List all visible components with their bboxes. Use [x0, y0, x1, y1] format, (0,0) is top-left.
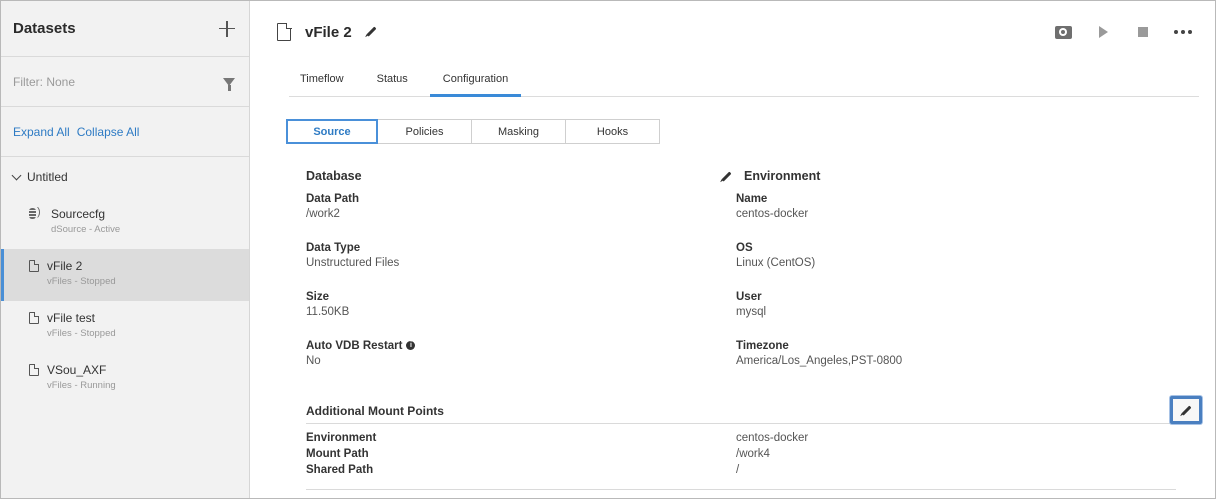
main-tabs: Timeflow Status Configuration [289, 63, 1199, 97]
environment-section: Environment Name centos-docker OS Linux … [721, 166, 1186, 382]
field-value: centos-docker [736, 208, 809, 220]
field-size: Size 11.50KB [306, 291, 726, 333]
field-label: OS [736, 242, 753, 254]
pencil-icon [1181, 405, 1191, 415]
sidebar-title: Datasets [13, 20, 76, 37]
dataset-name: vFile test [47, 311, 96, 325]
field-value: No [306, 355, 321, 367]
file-icon [29, 312, 39, 324]
field-label: Name [736, 193, 768, 205]
mount-value: centos-docker [736, 432, 809, 444]
more-icon [1174, 30, 1192, 34]
edit-source-icon[interactable] [721, 171, 732, 181]
info-icon[interactable]: i [406, 341, 416, 351]
field-auto-vdb-restart: Auto VDB Restart i No [306, 340, 726, 382]
filter-label: Filter: None [13, 74, 76, 89]
mount-value: /work4 [736, 448, 770, 460]
edit-mount-points-button[interactable] [1170, 396, 1202, 424]
stop-icon [1138, 27, 1148, 37]
field-data-type: Data Type Unstructured Files [306, 242, 726, 284]
sidebar-header: Datasets [1, 1, 249, 57]
file-icon [29, 364, 39, 376]
field-label: Auto VDB Restart i [306, 340, 726, 352]
dataset-name: vFile 2 [47, 259, 83, 273]
dataset-item-vfile-2[interactable]: vFile 2 vFiles - Stopped [1, 249, 249, 301]
dataset-status: vFiles - Running [47, 380, 116, 391]
additional-mount-points-header: Additional Mount Points [306, 396, 1202, 424]
group-label: Untitled [27, 170, 68, 184]
mount-points-title: Additional Mount Points [306, 403, 444, 418]
field-os: OS Linux (CentOS) [736, 242, 1186, 284]
subtab-masking[interactable]: Masking [471, 119, 566, 144]
stop-button[interactable] [1123, 20, 1163, 44]
field-name: Name centos-docker [736, 193, 1186, 235]
page-title: vFile 2 [305, 23, 352, 41]
chevron-down-icon [11, 170, 22, 180]
mount-value: / [736, 464, 740, 476]
play-icon [1098, 26, 1108, 38]
top-bar: vFile 2 [251, 1, 1215, 63]
database-title: Database [306, 169, 362, 183]
filter-row[interactable]: Filter: None [1, 57, 249, 107]
field-label: User [736, 291, 762, 303]
expand-all-link[interactable]: Expand All [13, 125, 70, 139]
group-header-untitled[interactable]: Untitled [1, 157, 249, 197]
mount-point-row: Environment centos-docker [306, 432, 1201, 448]
field-label: Data Path [306, 193, 360, 205]
field-value: /work2 [306, 208, 340, 220]
field-label: Timezone [736, 340, 789, 352]
snapshot-button[interactable] [1043, 20, 1083, 44]
environment-title-row: Environment [721, 166, 1186, 186]
collapse-all-link[interactable]: Collapse All [77, 125, 140, 139]
field-user: User mysql [736, 291, 1186, 333]
camera-icon [1054, 25, 1072, 39]
field-value: 11.50KB [306, 306, 350, 318]
subtab-hooks[interactable]: Hooks [565, 119, 660, 144]
filter-icon[interactable] [223, 77, 235, 91]
tab-status[interactable]: Status [355, 63, 430, 97]
dataset-item-sourcecfg[interactable]: Sourcecfg dSource - Active [1, 197, 249, 249]
field-value: mysql [736, 306, 767, 318]
database-icon [29, 206, 43, 220]
top-actions [1043, 20, 1203, 44]
tab-timeflow[interactable]: Timeflow [289, 63, 355, 97]
dataset-status: vFiles - Stopped [47, 276, 116, 287]
subtab-policies[interactable]: Policies [377, 119, 472, 144]
document-icon [277, 22, 292, 41]
database-section: Database Data Path /work2 Data Type Unst… [306, 166, 726, 382]
dataset-name: VSou_AXF [47, 363, 107, 377]
datasets-sidebar: Datasets Filter: None Expand All Collaps… [1, 1, 250, 498]
config-subtabs: Source Policies Masking Hooks [286, 119, 660, 144]
environment-title: Environment [744, 169, 821, 183]
dataset-name: Sourcecfg [51, 207, 106, 221]
mount-point-row: Mount Path /work4 [306, 448, 1201, 464]
add-icon[interactable] [217, 19, 237, 39]
field-label: Data Type [306, 242, 361, 254]
mount-points-list: Environment centos-docker Mount Path /wo… [306, 432, 1201, 480]
dataset-status: dSource - Active [51, 224, 121, 235]
start-button[interactable] [1083, 20, 1123, 44]
main-panel: vFile 2 Timeflow Status Configuration So… [251, 1, 1215, 498]
more-actions-button[interactable] [1163, 20, 1203, 44]
field-timezone: Timezone America/Los_Angeles,PST-0800 [736, 340, 1186, 382]
field-value: Linux (CentOS) [736, 257, 816, 269]
tab-configuration[interactable]: Configuration [429, 63, 522, 97]
mount-label: Environment [306, 432, 377, 444]
field-label-text: Auto VDB Restart [306, 340, 403, 352]
subtab-source[interactable]: Source [286, 119, 378, 144]
divider [306, 489, 1176, 490]
mount-label: Mount Path [306, 448, 369, 460]
dataset-item-vsou-axf[interactable]: VSou_AXF vFiles - Running [1, 353, 249, 405]
field-value: America/Los_Angeles,PST-0800 [736, 355, 903, 367]
mount-point-row: Shared Path / [306, 464, 1201, 480]
dataset-status: vFiles - Stopped [47, 328, 116, 339]
field-data-path: Data Path /work2 [306, 193, 726, 235]
dataset-item-vfile-test[interactable]: vFile test vFiles - Stopped [1, 301, 249, 353]
expand-collapse-row: Expand All Collapse All [1, 107, 249, 157]
edit-title-icon[interactable] [366, 26, 377, 36]
file-icon [29, 260, 39, 272]
field-value: Unstructured Files [306, 257, 400, 269]
mount-label: Shared Path [306, 464, 374, 476]
field-label: Size [306, 291, 330, 303]
